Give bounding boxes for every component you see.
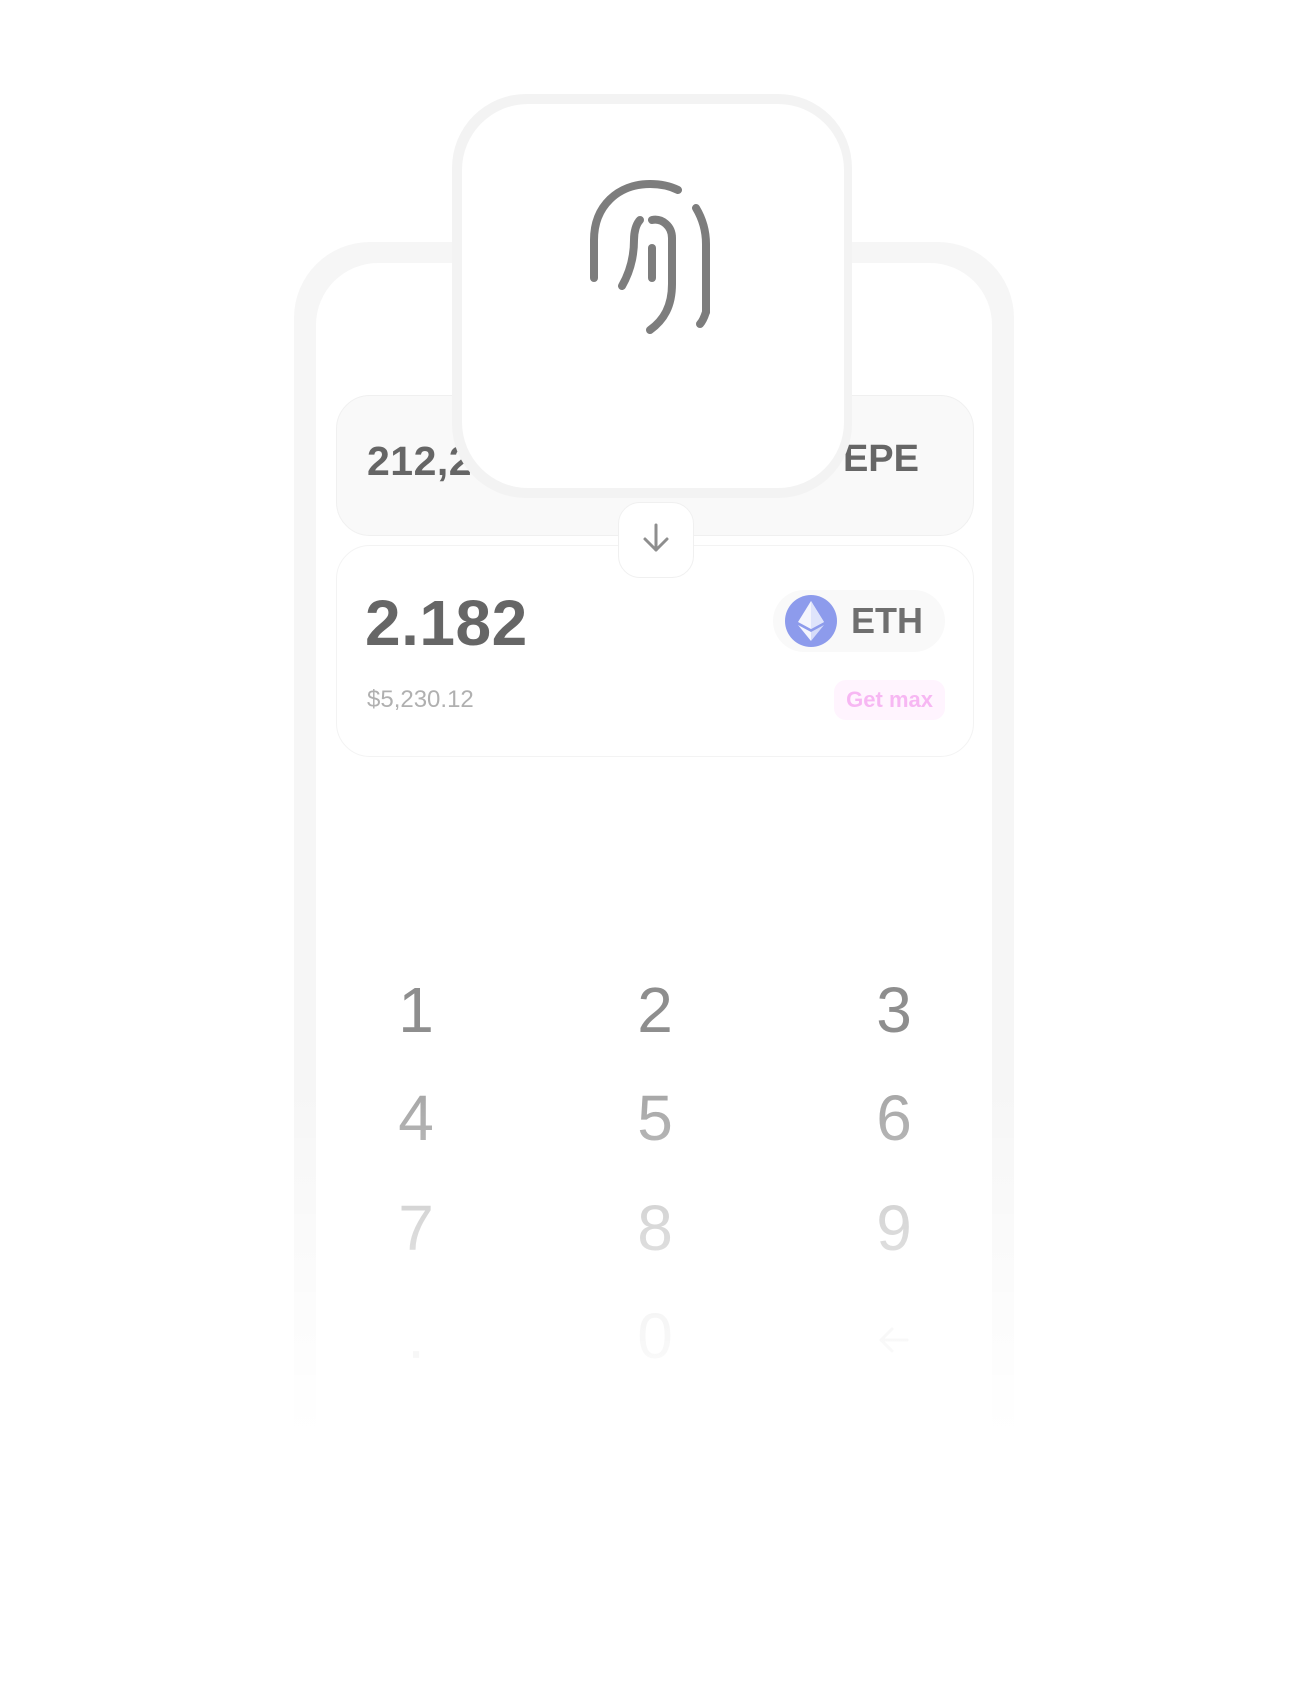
to-usd-value: $5,230.12 xyxy=(367,686,474,713)
key-1[interactable]: 1 xyxy=(336,965,496,1055)
backspace-button[interactable] xyxy=(814,1291,974,1381)
stage: 212,2 PEPE 2.182 $5,230.12 ETH Get max 1… xyxy=(0,0,1308,1688)
key-8[interactable]: 8 xyxy=(575,1183,735,1273)
get-max-button[interactable]: Get max xyxy=(834,680,945,720)
key-3[interactable]: 3 xyxy=(814,965,974,1055)
key-0[interactable]: 0 xyxy=(575,1291,735,1381)
key-decimal[interactable]: . xyxy=(336,1291,496,1381)
key-5[interactable]: 5 xyxy=(575,1073,735,1163)
arrow-down-icon xyxy=(638,520,674,561)
key-9[interactable]: 9 xyxy=(814,1183,974,1273)
fingerprint-icon xyxy=(578,179,728,343)
token-selector[interactable]: ETH xyxy=(773,590,945,652)
to-amount: 2.182 xyxy=(365,587,528,659)
key-7[interactable]: 7 xyxy=(336,1183,496,1273)
swap-direction-button[interactable] xyxy=(618,502,694,578)
arrow-left-icon xyxy=(876,1299,912,1373)
key-4[interactable]: 4 xyxy=(336,1073,496,1163)
key-6[interactable]: 6 xyxy=(814,1073,974,1163)
key-2[interactable]: 2 xyxy=(575,965,735,1055)
to-token-label: ETH xyxy=(851,600,923,641)
ethereum-icon xyxy=(785,595,837,647)
biometric-auth-card[interactable] xyxy=(462,104,844,488)
